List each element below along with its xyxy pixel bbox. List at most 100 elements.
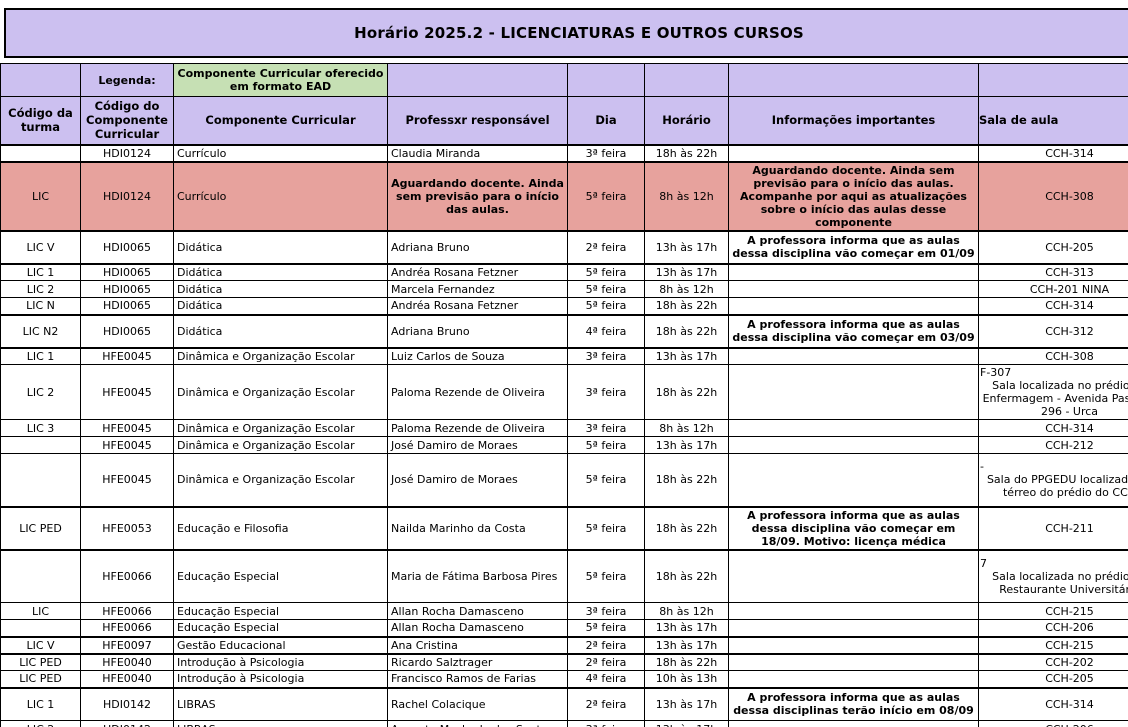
horario-cell: 8h às 12h: [645, 420, 729, 437]
table-row: LIC VHFE0097Gestão EducacionalAna Cristi…: [1, 637, 1128, 654]
dia-cell: 5ª feira: [568, 281, 645, 298]
dia-cell: 4ª feira: [568, 671, 645, 688]
info-cell: [729, 420, 979, 437]
sala-cell: CCH-314: [979, 145, 1128, 162]
componente-cell: Didática: [174, 231, 388, 264]
professor-cell: Rachel Colacique: [388, 688, 568, 721]
horario-cell: 13h às 17h: [645, 437, 729, 454]
horario-cell: 8h às 12h: [645, 281, 729, 298]
turma-cell: LIC 3: [1, 420, 81, 437]
componente-cell: Didática: [174, 264, 388, 281]
sala-cell: CCH-314: [979, 298, 1128, 315]
professor-cell: Maria de Fátima Barbosa Pires: [388, 550, 568, 603]
horario-cell: 13h às 17h: [645, 688, 729, 721]
turma-cell: LIC 1: [1, 264, 81, 281]
codigo-cell: HFE0066: [81, 620, 174, 637]
codigo-cell: HDI0065: [81, 315, 174, 348]
professor-cell: Adriana Bruno: [388, 315, 568, 348]
dia-cell: 2ª feira: [568, 688, 645, 721]
turma-cell: LIC: [1, 162, 81, 231]
professor-cell: Nailda Marinho da Costa: [388, 507, 568, 550]
sala-cell: CCH-206: [979, 620, 1128, 637]
horario-cell: 18h às 22h: [645, 315, 729, 348]
info-cell: A professora informa que as aulas dessa …: [729, 507, 979, 550]
schedule-page: Horário 2025.2 - LICENCIATURAS E OUTROS …: [0, 0, 1128, 727]
horario-cell: 18h às 22h: [645, 298, 729, 315]
dia-cell: 5ª feira: [568, 454, 645, 507]
info-cell: [729, 620, 979, 637]
horario-cell: 13h às 17h: [645, 348, 729, 365]
turma-cell: LIC PED: [1, 671, 81, 688]
horario-cell: 18h às 22h: [645, 365, 729, 420]
horario-cell: 18h às 22h: [645, 145, 729, 162]
componente-cell: Dinâmica e Organização Escolar: [174, 365, 388, 420]
professor-cell: Marcela Fernandez: [388, 281, 568, 298]
col-header-horario: Horário: [645, 97, 729, 145]
codigo-cell: HFE0045: [81, 420, 174, 437]
professor-cell: José Damiro de Moraes: [388, 437, 568, 454]
turma-cell: LIC 1: [1, 348, 81, 365]
turma-cell: LIC: [1, 603, 81, 620]
componente-cell: Dinâmica e Organização Escolar: [174, 420, 388, 437]
sala-desc: Sala localizada no prédio da Enfermagem …: [982, 379, 1128, 418]
info-cell: [729, 365, 979, 420]
componente-cell: LIBRAS: [174, 688, 388, 721]
turma-cell: LIC PED: [1, 507, 81, 550]
componente-cell: Educação Especial: [174, 620, 388, 637]
table-row: LIC NHDI0065DidáticaAndréa Rosana Fetzne…: [1, 298, 1128, 315]
table-row: LIC PEDHFE0053Educação e FilosofiaNailda…: [1, 507, 1128, 550]
codigo-cell: HDI0124: [81, 145, 174, 162]
sala-cell: CCH-215: [979, 603, 1128, 620]
dia-cell: 5ª feira: [568, 437, 645, 454]
table-row: LIC PEDHFE0040Introdução à PsicologiaRic…: [1, 654, 1128, 671]
componente-cell: Currículo: [174, 145, 388, 162]
turma-cell: LIC 2: [1, 365, 81, 420]
sala-cell: CCH-308: [979, 162, 1128, 231]
codigo-cell: HFE0097: [81, 637, 174, 654]
horario-cell: 18h às 22h: [645, 507, 729, 550]
turma-cell: LIC N2: [1, 315, 81, 348]
table-row: LIC PEDHFE0040Introdução à PsicologiaFra…: [1, 671, 1128, 688]
professor-cell: Allan Rocha Damasceno: [388, 603, 568, 620]
header-row: Código da turma Código do Componente Cur…: [1, 97, 1128, 145]
legend-empty-cell: [979, 64, 1128, 97]
professor-cell: Luiz Carlos de Souza: [388, 348, 568, 365]
sala-cell: CCH-205: [979, 231, 1128, 264]
sala-cell: CCH-205: [979, 671, 1128, 688]
info-cell: [729, 637, 979, 654]
sala-cell: CCH-308: [979, 348, 1128, 365]
table-row: LIC 2HFE0045Dinâmica e Organização Escol…: [1, 365, 1128, 420]
table-row: HDI0124CurrículoClaudia Miranda3ª feira1…: [1, 145, 1128, 162]
professor-cell: Augusto Machado dos Santos: [388, 721, 568, 727]
componente-cell: Didática: [174, 281, 388, 298]
turma-cell: LIC PED: [1, 654, 81, 671]
info-cell: A professora informa que as aulas dessa …: [729, 315, 979, 348]
sala-cell: CCH-206: [979, 721, 1128, 727]
codigo-cell: HFE0053: [81, 507, 174, 550]
componente-cell: LIBRAS: [174, 721, 388, 727]
turma-cell: LIC 1: [1, 688, 81, 721]
dia-cell: 3ª feira: [568, 365, 645, 420]
componente-cell: Didática: [174, 298, 388, 315]
sala-cell: CCH-313: [979, 264, 1128, 281]
legend-ead-note: Componente Curricular oferecido em forma…: [174, 64, 388, 97]
codigo-cell: HDI0065: [81, 281, 174, 298]
col-header-codigo: Código do Componente Curricular: [81, 97, 174, 145]
dia-cell: 3ª feira: [568, 603, 645, 620]
legend-empty-cell: [1, 64, 81, 97]
sala-desc: Sala do PPGEDU localizada no térreo do p…: [982, 473, 1128, 499]
info-cell: [729, 281, 979, 298]
legend-label: Legenda:: [81, 64, 174, 97]
info-cell: [729, 671, 979, 688]
sala-cell: CCH-212: [979, 437, 1128, 454]
sala-cell: CCH-211: [979, 507, 1128, 550]
codigo-cell: HDI0142: [81, 721, 174, 727]
horario-cell: 8h às 12h: [645, 603, 729, 620]
horario-cell: 8h às 12h: [645, 162, 729, 231]
sala-cell: CCH-314: [979, 420, 1128, 437]
dia-cell: 5ª feira: [568, 620, 645, 637]
table-row: LICHDI0124CurrículoAguardando docente. A…: [1, 162, 1128, 231]
codigo-cell: HFE0040: [81, 671, 174, 688]
legend-row: Legenda: Componente Curricular oferecido…: [1, 64, 1128, 97]
dia-cell: 3ª feira: [568, 420, 645, 437]
